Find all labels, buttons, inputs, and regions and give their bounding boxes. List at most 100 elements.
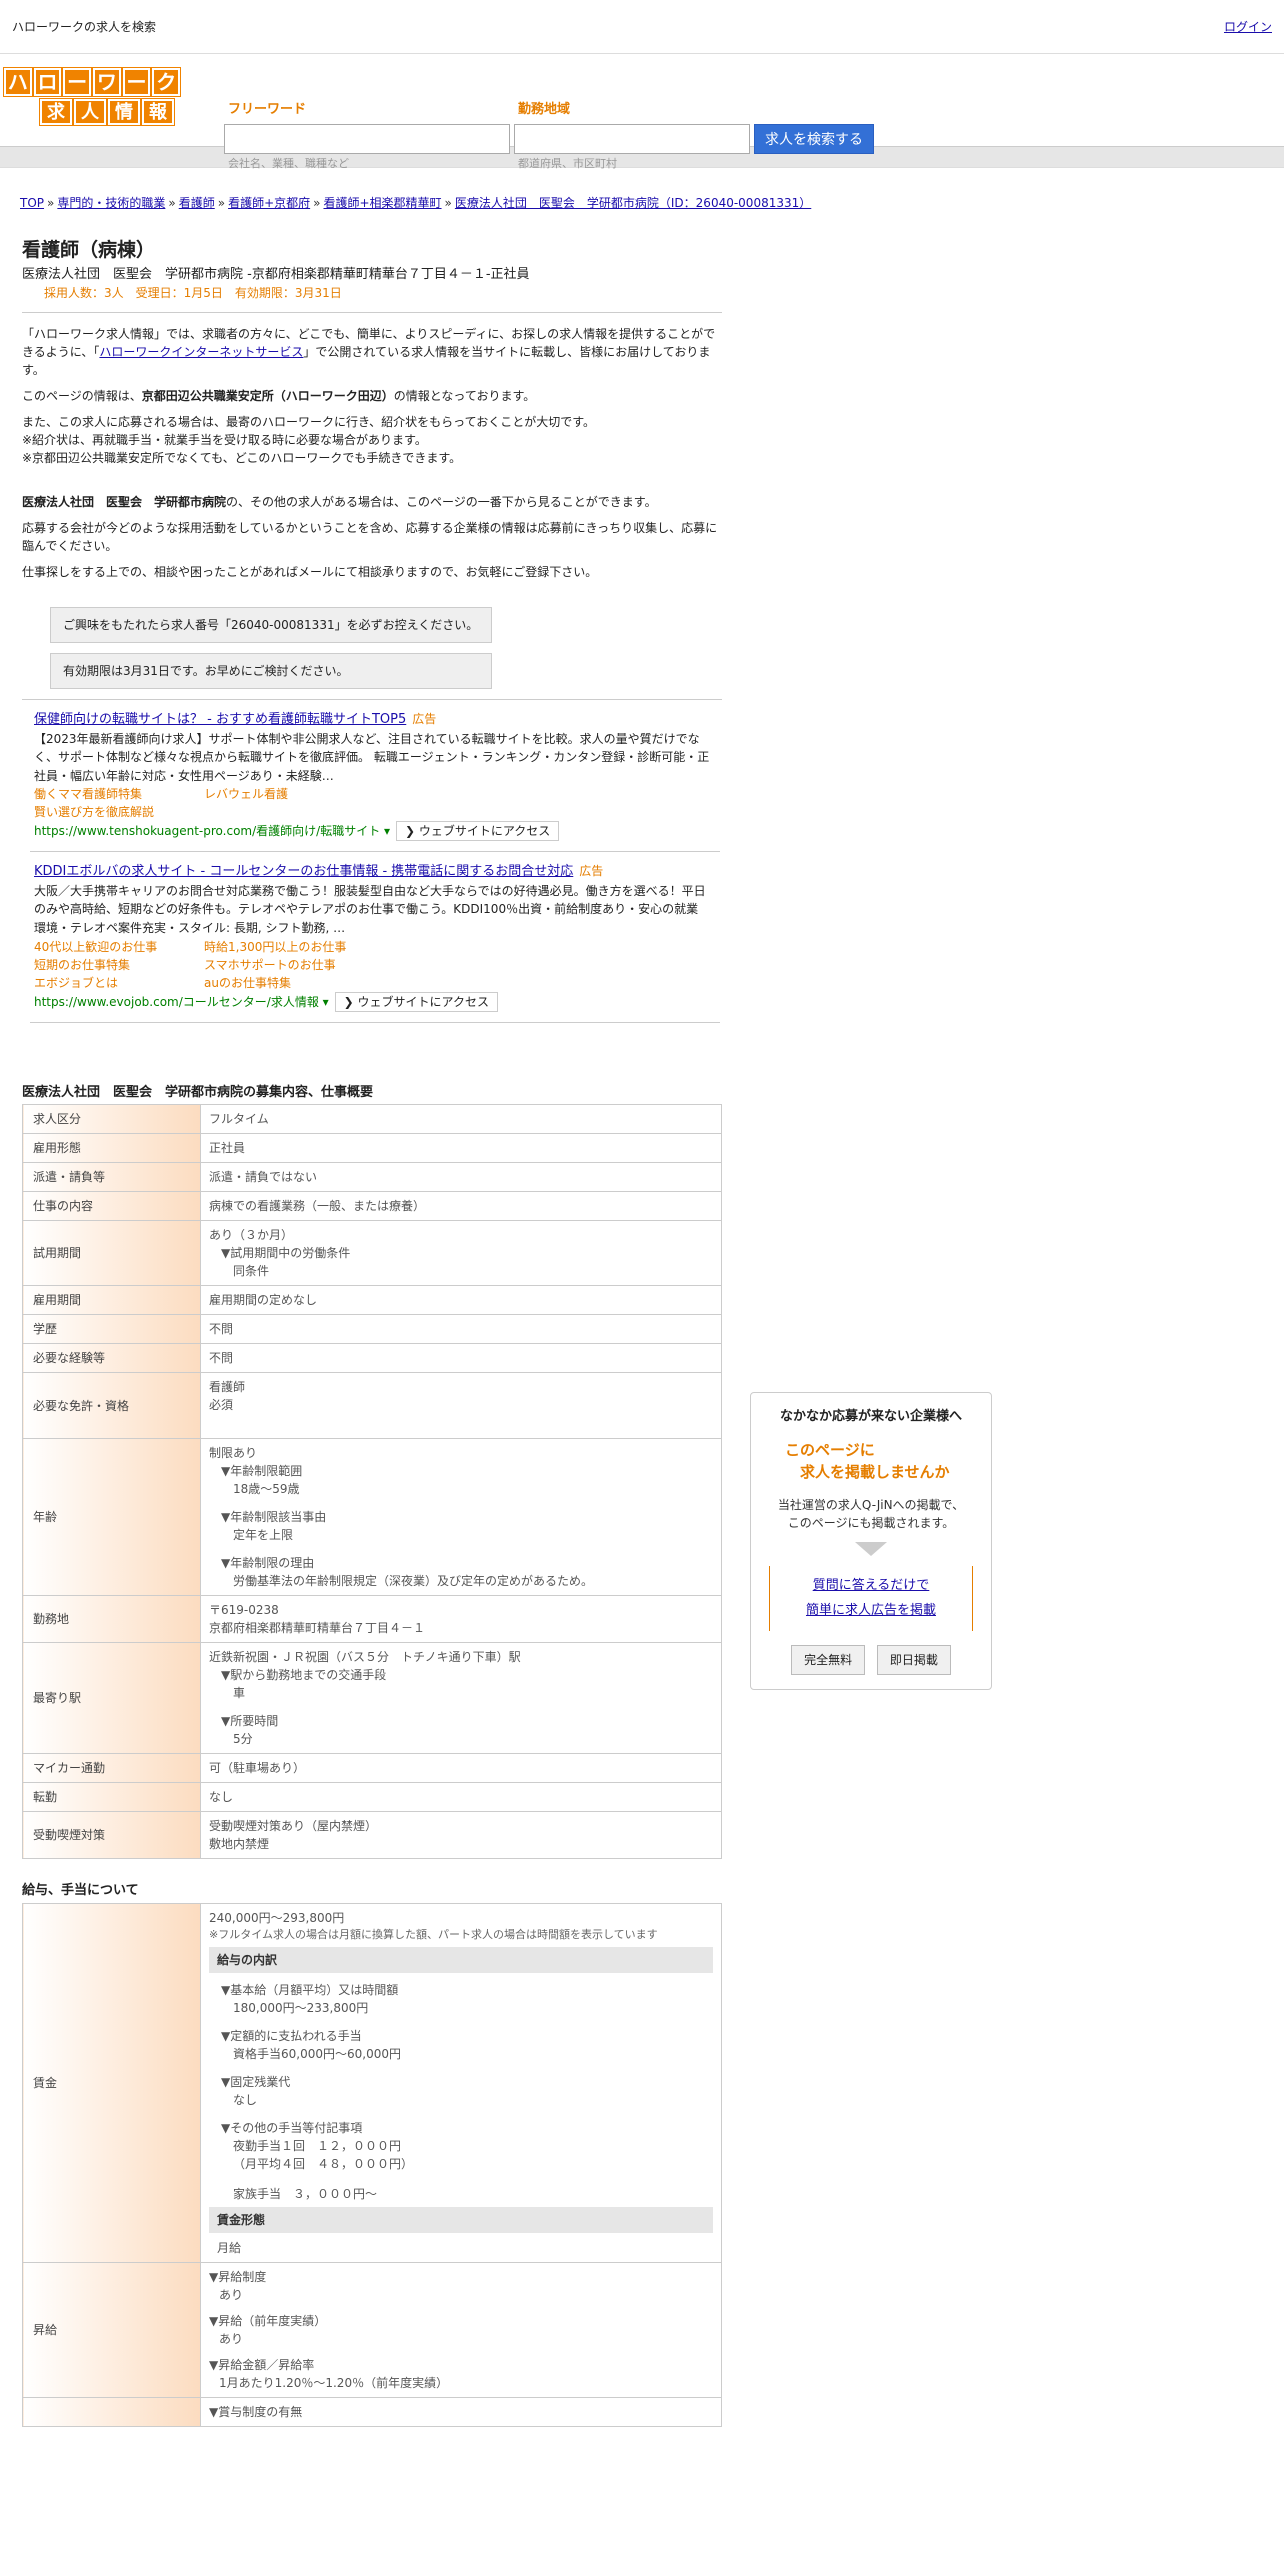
breadcrumb-link[interactable]: 医療法人社団 医聖会 学研都市病院（ID：26040-00081331） bbox=[455, 196, 811, 210]
row-value: 制限あり ▼年齢制限範囲 18歳〜59歳 ▼年齢制限該当事由 定年を上限 ▼年齢制限の理由… bbox=[200, 1438, 722, 1597]
ad-sitelink[interactable]: スマホサポートのお仕事 bbox=[204, 956, 444, 974]
ad-sitelink[interactable]: レバウェル看護 bbox=[204, 785, 444, 803]
breadcrumb-link[interactable]: 看護師+京都府 bbox=[228, 196, 310, 210]
row-header: 試用期間 bbox=[22, 1220, 201, 1287]
section-heading: 医療法人社団 医聖会 学研都市病院の募集内容、仕事概要 bbox=[22, 1084, 374, 1100]
table-row: 派遣・請負等 派遣・請負ではない bbox=[22, 1162, 722, 1193]
ad-sitelink[interactable]: 賢い選び方を徹底解説 bbox=[34, 803, 204, 821]
visit-site-button[interactable]: ❯ ウェブサイトにアクセス bbox=[334, 991, 498, 1012]
row-value: 雇用期間の定めなし bbox=[200, 1285, 722, 1316]
notice-box: 有効期限は3月31日です。お早めにご検討ください。 bbox=[50, 653, 492, 689]
logo-char: 情 bbox=[107, 98, 141, 126]
table-row: マイカー通勤 可（駐車場あり） bbox=[22, 1753, 722, 1784]
top-bar: ハローワークの求人を検索 ログイン bbox=[0, 0, 1284, 54]
area-label: 勤務地域 bbox=[518, 102, 571, 117]
row-value: ▼賞与制度の有無 bbox=[200, 2397, 722, 2428]
row-value: なし bbox=[200, 1782, 722, 1813]
row-header: 賃金 bbox=[22, 1902, 201, 2264]
row-value: フルタイム bbox=[200, 1104, 722, 1135]
ad-url[interactable]: https://www.tenshokuagent-pro.com/看護師向け/… bbox=[34, 824, 390, 838]
table-row: 最寄り駅 近鉄新祝園・ＪＲ祝園（バス５分 トチノキ通り下車）駅 ▼駅から勤務地までの… bbox=[22, 1642, 722, 1755]
ad-block: KDDIエボルバの求人サイト - コールセンターのお仕事情報 - 携帯電話に関す… bbox=[22, 862, 722, 1012]
table-row: 転勤 なし bbox=[22, 1782, 722, 1813]
logo-char: ロ bbox=[32, 67, 63, 97]
ad-description: 大阪／大手携帯キャリアのお問合せ対応業務で働こう！服装髪型自由など大手ならではの… bbox=[34, 883, 706, 935]
breadcrumb: TOP» 専門的・技術的職業» 看護師» 看護師+京都府» 看護師+相楽郡精華町» 医療法… bbox=[20, 196, 812, 210]
ad-title-link[interactable]: KDDIエボルバの求人サイト - コールセンターのお仕事情報 - 携帯電話に関す… bbox=[34, 864, 573, 879]
row-header: 雇用形態 bbox=[22, 1133, 201, 1164]
ad-sitelink[interactable]: 時給1,300円以上のお仕事 bbox=[204, 938, 444, 956]
section-heading: 給与、手当について bbox=[22, 1883, 139, 1899]
site-heading: ハローワークの求人を検索 bbox=[12, 19, 157, 34]
row-header: 受動喫煙対策 bbox=[22, 1811, 201, 1860]
breadcrumb-link[interactable]: 看護師+相楽郡精華町 bbox=[323, 196, 441, 210]
keyword-label: フリーワード bbox=[228, 102, 307, 117]
sidebar-promo: このページに 求人を掲載しませんか bbox=[785, 1440, 950, 1482]
free-button[interactable]: 完全無料 bbox=[791, 1644, 866, 1675]
row-value: ▼昇給制度 あり ▼昇給（前年度実績） あり ▼昇給金額／昇給率 1月あたり1.20％… bbox=[200, 2262, 722, 2399]
keyword-input[interactable] bbox=[224, 124, 510, 154]
row-value: 不問 bbox=[200, 1343, 722, 1374]
ad-sitelink[interactable]: 働くママ看護師特集 bbox=[34, 785, 204, 803]
ad-url[interactable]: https://www.evojob.com/コールセンター/求人情報 ▾ bbox=[34, 995, 329, 1009]
logo-char: ワ bbox=[92, 67, 122, 97]
table-row: ▼賞与制度の有無 bbox=[22, 2397, 722, 2428]
sidebar-link[interactable]: 簡単に求人広告を掲載 bbox=[770, 1601, 972, 1621]
row-header: マイカー通勤 bbox=[22, 1753, 201, 1784]
login-link[interactable]: ログイン bbox=[1224, 18, 1272, 36]
row-header: 必要な経験等 bbox=[22, 1343, 201, 1374]
ad-description: 【2023年最新看護師向け求人】サポート体制や非公開求人など、注目されている転職… bbox=[34, 731, 710, 783]
logo-char: ハ bbox=[3, 67, 33, 97]
same-day-button[interactable]: 即日掲載 bbox=[876, 1644, 951, 1675]
notice-box: ご興味をもたれたら求人番号「26040-00081331」を必ずお控えください。 bbox=[50, 607, 492, 643]
pay-table: 賃金 240,000円〜293,800円 ※フルタイム求人の場合は月額に換算した… bbox=[22, 1902, 722, 2428]
visit-site-button[interactable]: ❯ ウェブサイトにアクセス bbox=[396, 821, 560, 842]
ad-tag: 広告 bbox=[412, 712, 437, 726]
row-value: 受動喫煙対策あり（屋内禁煙） 敷地内禁煙 bbox=[200, 1811, 722, 1860]
table-row: 試用期間 あり（３か月） ▼試用期間中の労働条件 同条件 bbox=[22, 1220, 722, 1287]
row-value: 近鉄新祝園・ＪＲ祝園（バス５分 トチノキ通り下車）駅 ▼駅から勤務地までの交通手段… bbox=[200, 1642, 722, 1755]
ad-title-link[interactable]: 保健師向けの転職サイトは？ - おすすめ看護師転職サイトTOP5 bbox=[34, 712, 406, 727]
breadcrumb-link[interactable]: 看護師 bbox=[179, 196, 215, 210]
row-header: 雇用期間 bbox=[22, 1285, 201, 1316]
breadcrumb-link[interactable]: TOP bbox=[20, 196, 44, 210]
row-value: 病棟での看護業務（一般、または療養） bbox=[200, 1191, 722, 1222]
row-value: 不問 bbox=[200, 1314, 722, 1345]
row-header: 学歴 bbox=[22, 1314, 201, 1345]
table-row: 年齢 制限あり ▼年齢制限範囲 18歳〜59歳 ▼年齢制限該当事由 定年を上限 ▼年齢制限の… bbox=[22, 1438, 722, 1597]
ad-sitelink[interactable]: auのお仕事特集 bbox=[204, 974, 444, 992]
area-input[interactable] bbox=[514, 124, 750, 154]
area-hint: 都道府県、市区町村 bbox=[518, 157, 617, 170]
logo-char: 報 bbox=[141, 98, 175, 126]
logo-char: 求 bbox=[39, 98, 73, 126]
ad-sitelink[interactable]: エボジョブとは bbox=[34, 974, 204, 992]
keyword-hint: 会社名、業種、職種など bbox=[228, 157, 349, 170]
sidebar-link[interactable]: 質問に答えるだけで bbox=[770, 1576, 972, 1596]
site-logo[interactable]: ハ ロ ー ワ ー ク 求 人 情 報 bbox=[3, 67, 182, 128]
sidebar-links: 質問に答えるだけで 簡単に求人広告を掲載 bbox=[769, 1565, 973, 1631]
logo-char: ー bbox=[121, 67, 152, 97]
advertise-sidebar: なかなか応募が来ない企業様へ このページに 求人を掲載しませんか 当社運営の求人… bbox=[750, 1392, 992, 1690]
down-arrow-icon bbox=[855, 1541, 887, 1556]
sidebar-text: 当社運営の求人Q-JiNへの掲載で、 このページにも掲載されます。 bbox=[777, 1497, 965, 1530]
table-row: 雇用期間 雇用期間の定めなし bbox=[22, 1285, 722, 1316]
table-row: 必要な免許・資格 看護師 必須 bbox=[22, 1372, 722, 1440]
company-line: 医療法人社団 医聖会 学研都市病院 -京都府相楽郡精華町精華台７丁目４－１-正社… bbox=[22, 266, 530, 282]
row-header: 仕事の内容 bbox=[22, 1191, 201, 1222]
row-value: 240,000円〜293,800円 ※フルタイム求人の場合は月額に換算した額、パ… bbox=[200, 1902, 722, 2264]
search-button[interactable]: 求人を検索する bbox=[754, 124, 874, 154]
row-value: 看護師 必須 bbox=[200, 1372, 722, 1440]
table-row: 仕事の内容 病棟での看護業務（一般、または療養） bbox=[22, 1191, 722, 1222]
row-header: 最寄り駅 bbox=[22, 1642, 201, 1755]
row-value: 正社員 bbox=[200, 1133, 722, 1164]
logo-char: 人 bbox=[73, 98, 107, 126]
breadcrumb-link[interactable]: 専門的・技術的職業 bbox=[57, 196, 165, 210]
row-header: 年齢 bbox=[22, 1438, 201, 1597]
table-row: 昇給 ▼昇給制度 あり ▼昇給（前年度実績） あり ▼昇給金額／昇給率 1月あたり1.… bbox=[22, 2262, 722, 2399]
job-details-table: 求人区分 フルタイム 雇用形態 正社員 派遣・請負等 派遣・請負ではない 仕事の内容病… bbox=[22, 1104, 722, 1860]
hellowork-link[interactable]: ハローワークインターネットサービス bbox=[99, 345, 303, 359]
logo-char: ク bbox=[151, 67, 182, 97]
ad-sitelink[interactable]: 40代以上歓迎のお仕事 bbox=[34, 938, 204, 956]
ad-sitelink[interactable]: 短期のお仕事特集 bbox=[34, 956, 204, 974]
table-row: 雇用形態 正社員 bbox=[22, 1133, 722, 1164]
